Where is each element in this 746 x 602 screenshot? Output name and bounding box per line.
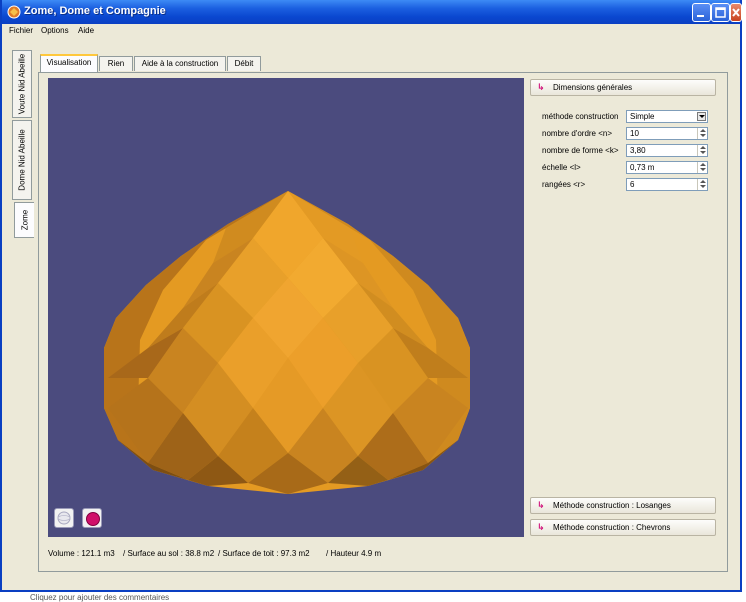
tab-label: Rien	[107, 59, 125, 68]
color-toggle-button[interactable]	[82, 508, 102, 528]
field-label: échelle <l>	[542, 163, 581, 172]
app-window: Zome, Dome et Compagnie Fichier Options …	[0, 0, 742, 592]
minimize-button[interactable]	[692, 3, 711, 22]
side-tab-dome-nid-abeille[interactable]: Dome Nid Abeille	[12, 120, 32, 200]
field-label: nombre d'ordre <n>	[542, 129, 613, 138]
methode-chevrons-button[interactable]: ↳ Méthode construction : Chevrons	[530, 519, 716, 536]
comment-placeholder-text: Cliquez pour ajouter des commentaires	[30, 593, 170, 602]
app-icon	[7, 5, 21, 19]
tab-label: Visualisation	[46, 58, 92, 67]
menu-bar: Fichier Options Aide	[2, 24, 740, 38]
chevron-down-icon[interactable]	[697, 112, 706, 121]
methode-losanges-button[interactable]: ↳ Méthode construction : Losanges	[530, 497, 716, 514]
surface-toit-stat: / Surface de toit : 97.3 m2	[218, 549, 310, 558]
dimensions-generales-header[interactable]: ↳ Dimensions générales	[530, 79, 716, 96]
side-tab-label: Dome Nid Abeille	[17, 129, 27, 191]
3d-viewport[interactable]	[48, 78, 524, 537]
section-label: Dimensions générales	[553, 83, 633, 92]
spinner-arrows-icon[interactable]	[697, 162, 707, 173]
field-value: Simple	[630, 112, 655, 121]
close-icon	[732, 8, 740, 17]
field-label: méthode construction	[542, 112, 619, 121]
tab-debit[interactable]: Débit	[227, 56, 261, 71]
field-value: 10	[630, 129, 639, 138]
tab-label: Aide à la construction	[141, 59, 219, 68]
methode-construction-select[interactable]: Simple	[626, 110, 708, 123]
field-value: 0,73 m	[630, 163, 655, 172]
zome-model	[104, 191, 470, 494]
side-tab-label: Zome	[20, 209, 29, 231]
sphere-outline-icon	[57, 511, 71, 525]
nombre-ordre-spinner[interactable]: 10	[626, 127, 708, 140]
side-tab-zome[interactable]: Zome	[14, 202, 34, 238]
solid-color-dot-icon	[86, 512, 100, 526]
echelle-spinner[interactable]: 0,73 m	[626, 161, 708, 174]
arrow-corner-icon: ↳	[537, 500, 545, 510]
maximize-icon	[715, 7, 726, 18]
wireframe-toggle-button[interactable]	[54, 508, 74, 528]
surface-sol-stat: / Surface au sol : 38.8 m2	[123, 549, 215, 558]
field-label: nombre de forme <k>	[542, 146, 619, 155]
maximize-button[interactable]	[711, 3, 730, 22]
side-tab-label: Voute Nid Abeille	[17, 53, 27, 115]
settings-panel: ↳ Dimensions générales méthode construct…	[529, 78, 721, 538]
rangees-spinner[interactable]: 6	[626, 178, 708, 191]
spinner-arrows-icon[interactable]	[697, 145, 707, 156]
hauteur-stat: / Hauteur 4.9 m	[326, 549, 382, 558]
field-value: 6	[630, 180, 635, 189]
field-label: rangées <r>	[542, 180, 586, 189]
title-bar[interactable]: Zome, Dome et Compagnie	[2, 0, 742, 24]
tab-visualisation[interactable]: Visualisation	[40, 54, 98, 72]
close-button[interactable]	[730, 3, 742, 22]
tab-label: Débit	[234, 59, 254, 68]
side-tab-voute-nid-abeille[interactable]: Voute Nid Abeille	[12, 50, 32, 118]
window-title: Zome, Dome et Compagnie	[24, 5, 166, 17]
arrow-corner-icon: ↳	[537, 82, 545, 92]
menu-options[interactable]: Options	[41, 26, 69, 35]
spinner-arrows-icon[interactable]	[697, 128, 707, 139]
menu-aide[interactable]: Aide	[78, 26, 94, 35]
section-label: Méthode construction : Losanges	[553, 501, 671, 510]
arrow-corner-icon: ↳	[537, 522, 545, 532]
section-label: Méthode construction : Chevrons	[553, 523, 671, 532]
minimize-icon	[697, 15, 704, 17]
field-value: 3,80	[630, 146, 646, 155]
volume-stat: Volume : 121.1 m3	[48, 549, 115, 558]
menu-fichier[interactable]: Fichier	[9, 26, 33, 35]
tab-rien[interactable]: Rien	[99, 56, 133, 71]
nombre-forme-spinner[interactable]: 3,80	[626, 144, 708, 157]
tab-aide-construction[interactable]: Aide à la construction	[134, 56, 226, 71]
spinner-arrows-icon[interactable]	[697, 179, 707, 190]
